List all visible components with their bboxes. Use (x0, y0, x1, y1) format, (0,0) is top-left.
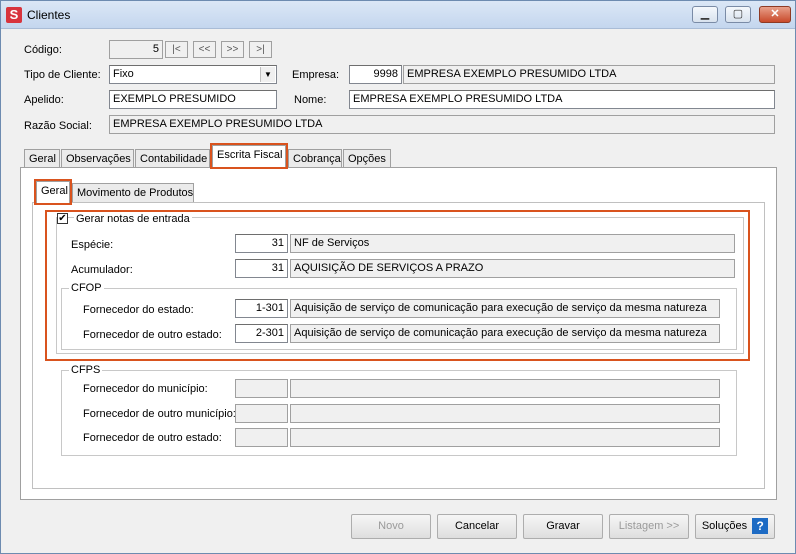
empresa-name-field: EMPRESA EXEMPLO PRESUMIDO LTDA (403, 65, 775, 84)
next-record-button[interactable]: >> (221, 41, 244, 58)
cfps-outro-municipio-label: Fornecedor de outro município: (83, 408, 236, 420)
subtab-geral[interactable]: Geral (34, 179, 72, 205)
minimize-button[interactable]: ▁ (692, 6, 718, 23)
cfps-outro-estado-desc-field (290, 428, 720, 447)
cfps-municipio-desc-field (290, 379, 720, 398)
subtab-movimento-produtos[interactable]: Movimento de Produtos (72, 183, 194, 203)
tipo-cliente-select[interactable]: Fixo ▼ (109, 65, 277, 84)
tab-contabilidade[interactable]: Contabilidade (135, 149, 210, 169)
clientes-window: S Clientes ▁ ▢ ✕ Código: 5 |< << >> >| T… (0, 0, 796, 554)
title-bar: S Clientes ▁ ▢ ✕ (1, 1, 795, 29)
solucoes-label: Soluções (701, 520, 748, 532)
last-record-button[interactable]: >| (249, 41, 272, 58)
tab-observacoes[interactable]: Observações (61, 149, 134, 169)
app-logo-icon: S (6, 7, 22, 23)
tab-opcoes[interactable]: Opções (343, 149, 391, 169)
tab-escrita-fiscal[interactable]: Escrita Fiscal (210, 143, 288, 169)
apelido-field[interactable]: EXEMPLO PRESUMIDO (109, 90, 277, 109)
gravar-button[interactable]: Gravar (523, 514, 603, 539)
previous-record-button[interactable]: << (193, 41, 216, 58)
close-button[interactable]: ✕ (759, 6, 791, 23)
cfps-title: CFPS (69, 364, 103, 376)
novo-button[interactable]: Novo (351, 514, 431, 539)
window-title: Clientes (27, 8, 71, 22)
first-record-button[interactable]: |< (165, 41, 188, 58)
cfps-municipio-code-field[interactable] (235, 379, 288, 398)
nome-field[interactable]: EMPRESA EXEMPLO PRESUMIDO LTDA (349, 90, 775, 109)
cfps-municipio-label: Fornecedor do município: (83, 383, 208, 395)
tab-geral[interactable]: Geral (24, 149, 60, 169)
highlight-notas-entrada (45, 210, 750, 361)
chevron-down-icon[interactable]: ▼ (260, 67, 275, 82)
apelido-label: Apelido: (24, 94, 64, 106)
cfps-outro-municipio-code-field[interactable] (235, 404, 288, 423)
empresa-code-field[interactable]: 9998 (349, 65, 402, 84)
codigo-label: Código: (24, 44, 62, 56)
help-icon: ? (752, 518, 769, 535)
nome-label: Nome: (294, 94, 327, 106)
cfps-outro-municipio-desc-field (290, 404, 720, 423)
cfps-outro-estado-code-field[interactable] (235, 428, 288, 447)
solucoes-button[interactable]: Soluções ? (695, 514, 775, 539)
razao-social-field[interactable]: EMPRESA EXEMPLO PRESUMIDO LTDA (109, 115, 775, 134)
tipo-cliente-label: Tipo de Cliente: (24, 69, 101, 81)
tab-cobranca[interactable]: Cobrança (288, 149, 342, 169)
maximize-button[interactable]: ▢ (725, 6, 751, 23)
codigo-field[interactable]: 5 (109, 40, 163, 59)
listagem-button[interactable]: Listagem >> (609, 514, 689, 539)
cancelar-button[interactable]: Cancelar (437, 514, 517, 539)
tipo-cliente-value: Fixo (113, 68, 134, 80)
cfps-outro-estado-label: Fornecedor de outro estado: (83, 432, 222, 444)
empresa-label: Empresa: (292, 69, 340, 81)
razao-social-label: Razão Social: (24, 120, 92, 132)
